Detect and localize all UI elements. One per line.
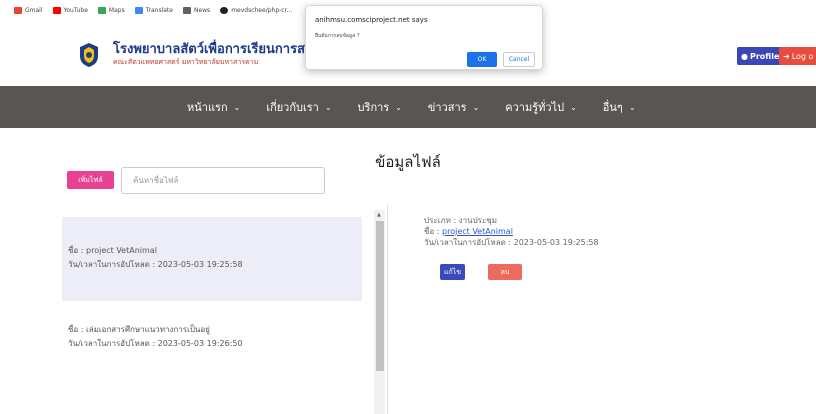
confirm-dialog: anihmsu.comsciproject.net says ยืนยันการ… — [305, 5, 543, 70]
file-uploaded: วัน/เวลาในการอัปโหลด : 2023-05-03 19:26:… — [68, 339, 243, 348]
logout-icon: ➜ — [783, 51, 790, 61]
file-list-item[interactable]: ชื่อ : เล่มเอกสารศึกษาแนวทางการเป็นอยู่ … — [62, 318, 362, 378]
nav-news[interactable]: ข่าวสาร ⌄ — [428, 98, 479, 116]
search-input[interactable]: ค้นหาชื่อไฟล์ — [121, 167, 325, 194]
detail-uploaded: วัน/เวลาในการอัปโหลด : 2023-05-03 19:25:… — [424, 238, 599, 247]
nav-home[interactable]: หน้าแรก ⌄ — [187, 98, 240, 116]
profile-label: Profile — [749, 51, 780, 61]
nav-label: อื่นๆ — [602, 101, 623, 114]
edit-button[interactable]: แก้ไข — [440, 264, 465, 280]
nav-about[interactable]: เกี่ยวกับเรา ⌄ — [266, 98, 331, 116]
delete-button[interactable]: ลบ — [488, 264, 522, 280]
logout-label: Log o — [791, 51, 814, 61]
nav-label: เกี่ยวกับเรา — [266, 101, 319, 114]
chevron-down-icon: ⌄ — [472, 102, 480, 112]
logout-button[interactable]: ➜ Log o — [779, 47, 816, 65]
scrollbar-thumb[interactable] — [376, 221, 384, 371]
user-icon: ● — [741, 51, 748, 61]
bookmark-gmail[interactable]: Gmail — [14, 6, 43, 14]
chevron-down-icon: ⌄ — [233, 102, 241, 112]
file-uploaded: วัน/เวลาในการอัปโหลด : 2023-05-03 19:25:… — [68, 260, 243, 269]
ok-button[interactable]: OK — [467, 52, 497, 67]
bookmark-youtube[interactable]: YouTube — [52, 6, 88, 14]
scroll-up-icon[interactable]: ▲ — [377, 212, 381, 218]
youtube-icon — [52, 6, 61, 14]
nav-knowledge[interactable]: ความรู้ทั่วไป ⌄ — [505, 98, 577, 116]
bookmark-maps[interactable]: Maps — [97, 6, 125, 14]
file-link[interactable]: project VetAnimal — [442, 227, 513, 236]
dialog-title: anihmsu.comsciproject.net says — [315, 16, 428, 24]
file-detail: ประเภท : งานประชุม ชื่อ : project VetAni… — [424, 215, 599, 248]
bookmark-label: YouTube — [63, 6, 88, 14]
chevron-down-icon: ⌄ — [570, 102, 577, 112]
bookmark-translate[interactable]: Translate — [134, 6, 173, 14]
nav-label: ข่าวสาร — [427, 101, 467, 114]
profile-button[interactable]: ● Profile — [737, 47, 784, 65]
site-title: โรงพยาบาลสัตว์เพื่อการเรียนการสอน — [113, 42, 322, 57]
gmail-icon — [14, 6, 22, 14]
detail-type: ประเภท : งานประชุม — [424, 216, 497, 225]
bookmark-news[interactable]: News — [182, 6, 211, 14]
news-icon — [182, 6, 191, 14]
chevron-down-icon: ⌄ — [324, 102, 332, 112]
file-list-item[interactable]: ชื่อ : project VetAnimal วัน/เวลาในการอั… — [62, 217, 362, 301]
bookmark-label: Gmail — [25, 6, 43, 14]
detail-name-label: ชื่อ : — [424, 227, 443, 236]
site-subtitle: คณะสัตวแพทยศาสตร์ มหาวิทยาลัยมหาสารคาม — [113, 58, 259, 66]
bookmark-label: Maps — [108, 6, 125, 14]
add-file-button[interactable]: เพิ่มไฟล์ — [67, 171, 114, 189]
main-nav: หน้าแรก ⌄ เกี่ยวกับเรา ⌄ บริการ ⌄ ข่าวสาร ⌄ … — [0, 86, 816, 128]
nav-label: หน้าแรก — [187, 101, 228, 114]
bookmark-github[interactable]: mevdschee/php-cr... — [220, 6, 293, 14]
bookmark-label: Translate — [145, 6, 173, 14]
divider — [387, 205, 388, 414]
nav-label: ความรู้ทั่วไป — [505, 101, 565, 114]
logo-icon[interactable] — [78, 42, 100, 68]
maps-icon — [97, 6, 106, 14]
detail-name: ชื่อ : project VetAnimal — [424, 226, 599, 237]
dialog-message: ยืนยันการลบข้อมูล ? — [315, 33, 360, 39]
file-name: ชื่อ : project VetAnimal — [68, 246, 157, 255]
nav-services[interactable]: บริการ ⌄ — [358, 98, 402, 116]
nav-label: บริการ — [357, 101, 390, 114]
nav-others[interactable]: อื่นๆ ⌄ — [603, 98, 636, 116]
bookmark-label: News — [193, 6, 211, 14]
file-name: ชื่อ : เล่มเอกสารศึกษาแนวทางการเป็นอยู่ — [68, 325, 210, 334]
translate-icon — [134, 6, 143, 14]
chevron-down-icon: ⌄ — [628, 102, 636, 112]
cancel-button[interactable]: Cancel — [503, 52, 535, 67]
github-icon — [220, 6, 229, 14]
bookmark-label: mevdschee/php-cr... — [231, 6, 293, 14]
chevron-down-icon: ⌄ — [395, 102, 402, 112]
